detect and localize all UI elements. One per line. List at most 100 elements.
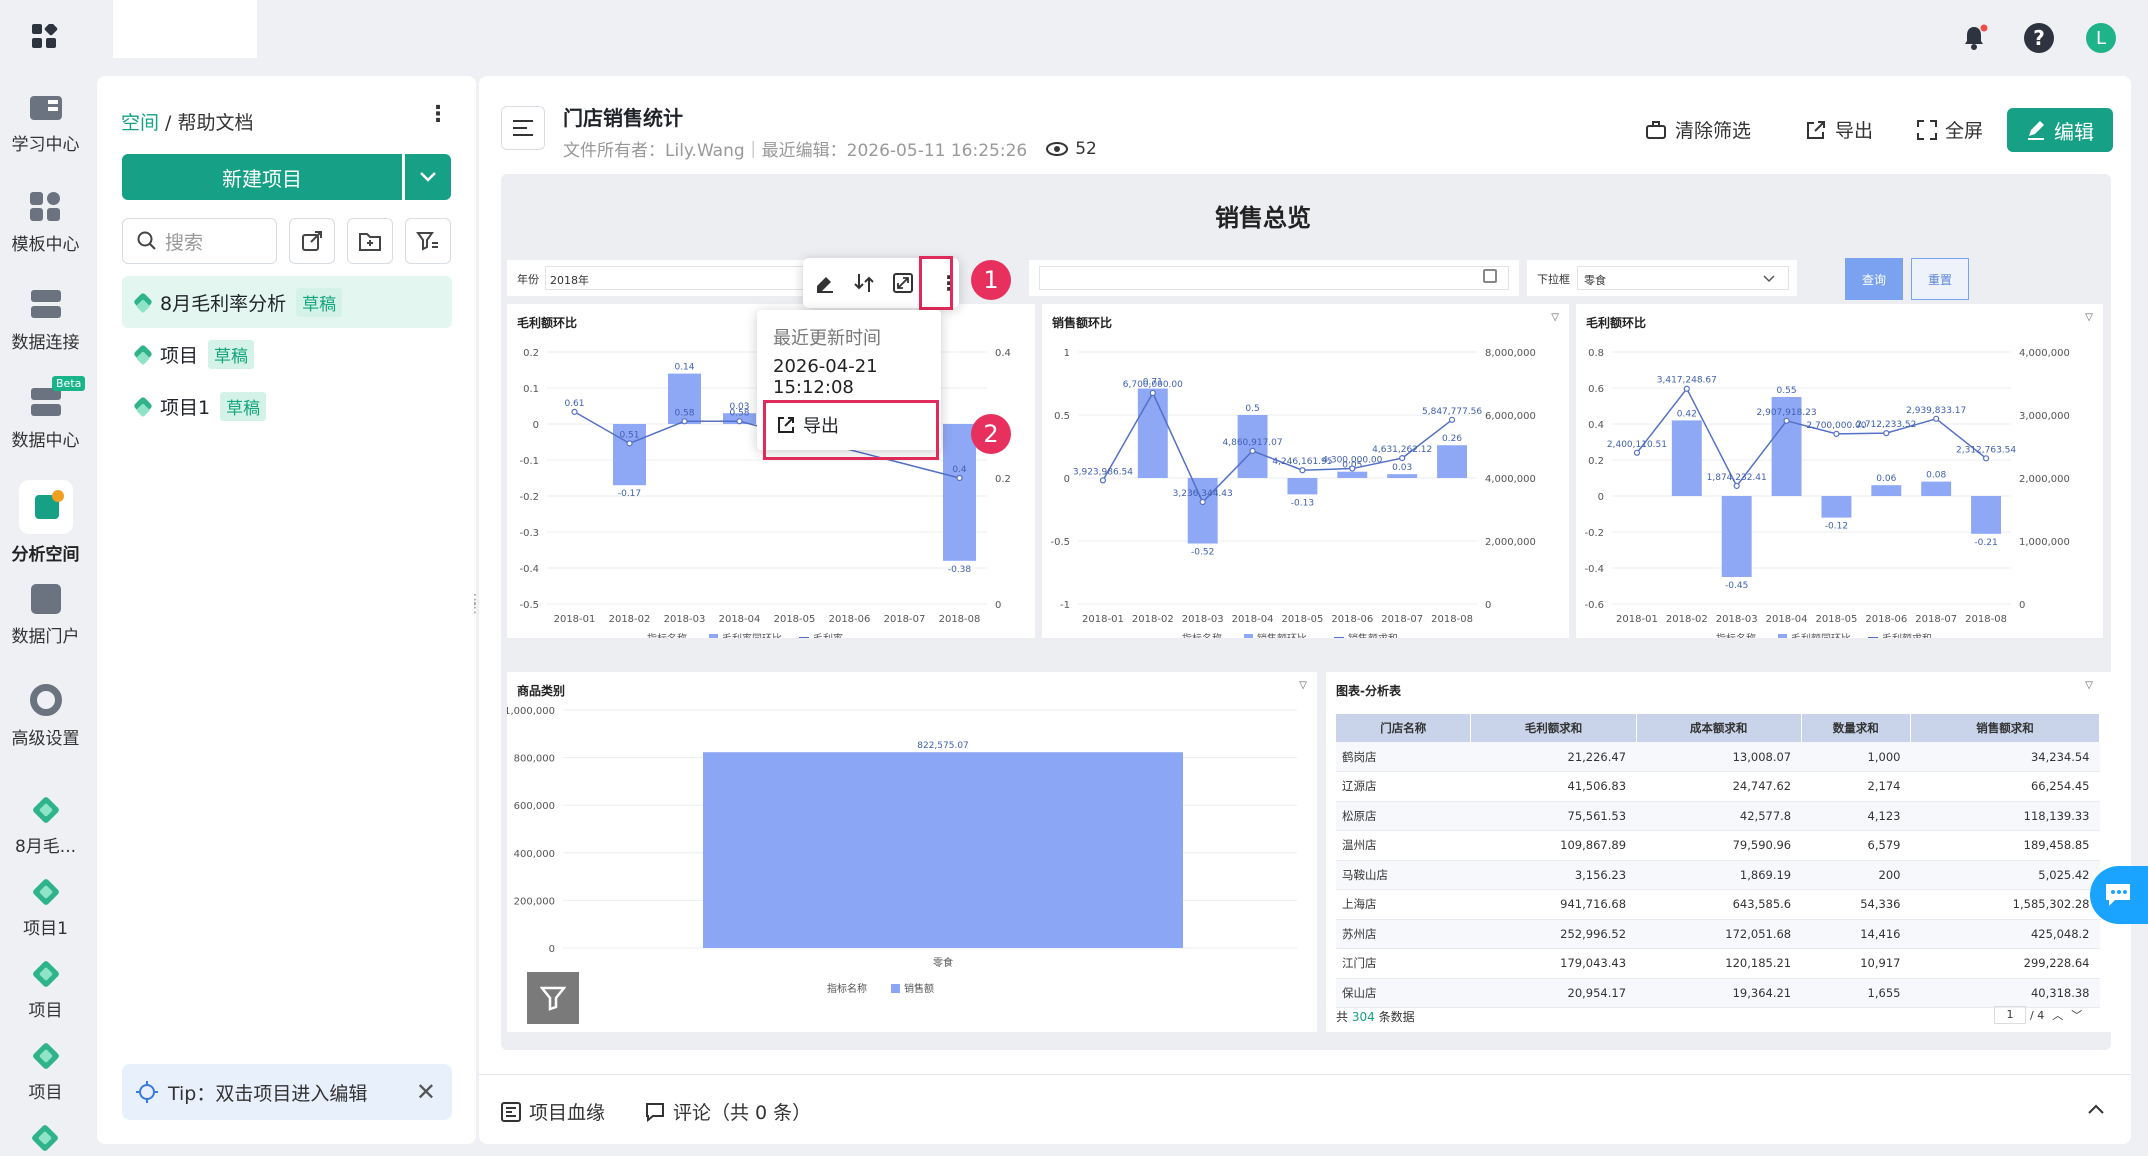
project-item[interactable]: 8月毛利率分析 草稿: [122, 276, 452, 328]
table-cell: 66,254.45: [1910, 771, 2100, 802]
rail-project-3[interactable]: 项目: [0, 959, 91, 1021]
next-page-icon[interactable]: ﹀: [2071, 1007, 2082, 1023]
column-header[interactable]: 门店名称: [1336, 714, 1472, 742]
rail-project-1[interactable]: 8月毛...: [0, 795, 91, 857]
project-name: 8月毛利率分析: [160, 292, 287, 315]
column-header[interactable]: 数量求和: [1801, 714, 1911, 742]
project-item[interactable]: 项目1 草稿: [122, 380, 452, 432]
x-tick-label: 2018-04: [719, 614, 761, 625]
legend-title: 指标名称: [647, 632, 687, 638]
filter-small-icon[interactable]: ▽: [2085, 680, 2093, 691]
eraser-icon[interactable]: [813, 272, 836, 294]
table-row[interactable]: 辽源店 41,506.83 24,747.62 2,174 66,254.45: [1336, 771, 2100, 802]
rail-item-data-center[interactable]: 数据中心: [0, 386, 91, 451]
filter-dropdown[interactable]: 下拉框 零食: [1527, 260, 1797, 296]
x-tick-label: 2018-02: [609, 614, 651, 625]
close-icon[interactable]: ✕: [416, 1078, 436, 1106]
comments-tab[interactable]: 评论（共 0 条）: [645, 1098, 811, 1125]
page-input[interactable]: 1: [1994, 1006, 2026, 1024]
bulb-icon: [136, 1081, 158, 1103]
rail-item-learning[interactable]: 学习中心: [0, 92, 91, 155]
chart-4-svg: 1,000,000 800,000 600,000 400,000 200,000 0 82…: [507, 706, 1297, 995]
rail-label: 8月毛...: [14, 837, 77, 857]
chart-card-3: 毛利额环比 ▽ 0.8 0.6 0.4 0.2 0 -0.2 -0.4 -0.6 4,000,0…: [1576, 304, 2103, 638]
project-panel: 空间 / 帮助文档 ⋮ 新建项目 搜索 8月毛利率分析 草稿 项目 草稿 项目1…: [97, 76, 476, 1144]
column-header[interactable]: 销售额求和: [1910, 714, 2101, 742]
data-label: 3,923,986.54: [1073, 467, 1133, 477]
bar: [1287, 478, 1318, 495]
edit-button[interactable]: 编辑: [2007, 108, 2113, 152]
bell-icon[interactable]: [1960, 24, 1988, 52]
rail-item-portal[interactable]: 数据门户: [0, 584, 91, 647]
legend-label: 毛利率: [813, 632, 843, 638]
x-tick-label: 2018-03: [664, 614, 706, 625]
more-icon[interactable]: ⋮: [427, 104, 449, 126]
project-item[interactable]: 项目 草稿: [122, 328, 452, 380]
table-row[interactable]: 上海店 941,716.68 643,585.6 54,336 1,585,302.28: [1336, 889, 2100, 920]
breadcrumb-current: 帮助文档: [177, 112, 254, 134]
filter-button[interactable]: [405, 218, 451, 264]
x-tick-label: 2018-07: [1915, 614, 1957, 625]
link-project-button[interactable]: [289, 218, 335, 264]
y-tick-label: -0.3: [519, 528, 539, 539]
x-tick-label: 零食: [933, 956, 953, 969]
search-box[interactable]: 搜索: [122, 218, 277, 264]
fullscreen-button[interactable]: 全屏: [1917, 116, 1983, 143]
table-cell: 40,318.38: [1910, 978, 2100, 1008]
bar: [1971, 496, 2002, 534]
table-cell: 2,174: [1801, 771, 1911, 802]
status-badge: 草稿: [220, 391, 267, 421]
data-label: 0.42: [1677, 409, 1697, 419]
query-button[interactable]: 查询: [1845, 258, 1903, 300]
help-icon[interactable]: ?: [2024, 23, 2054, 53]
rail-project-4[interactable]: 项目: [0, 1041, 91, 1103]
clear-filter-button[interactable]: 清除筛选: [1645, 116, 1751, 143]
legend-label: 销售额: [904, 982, 934, 995]
table-row[interactable]: 马鞍山店 3,156.23 1,869.19 200 5,025.42: [1336, 860, 2100, 890]
data-label: 0.06: [1876, 474, 1896, 484]
new-project-button[interactable]: 新建项目: [122, 154, 402, 200]
menu-toggle-button[interactable]: [501, 106, 545, 150]
new-project-dropdown[interactable]: [405, 154, 451, 200]
table-cell: 252,996.52: [1470, 919, 1637, 949]
rail-project-2[interactable]: 项目1: [0, 877, 91, 939]
search-input[interactable]: 搜索: [165, 228, 203, 255]
filter-year-box[interactable]: 年份 2018年: [507, 260, 827, 296]
new-folder-button[interactable]: [347, 218, 393, 264]
table-row[interactable]: 保山店 20,954.17 19,364.21 1,655 40,318.38: [1336, 978, 2100, 1008]
avatar[interactable]: L: [2086, 23, 2116, 53]
column-header[interactable]: 成本额求和: [1636, 714, 1802, 742]
project-name: 项目: [160, 344, 199, 367]
chevron-up-icon[interactable]: [2087, 1100, 2105, 1119]
y2-tick-label: 2,000,000: [1485, 537, 1536, 548]
funnel-icon: [540, 986, 566, 1011]
table-cell: 保山店: [1336, 978, 1471, 1008]
rail-item-templates[interactable]: 模板中心: [0, 190, 91, 255]
rail-item-data-connect[interactable]: 数据连接: [0, 288, 91, 353]
column-header[interactable]: 毛利额求和: [1470, 714, 1637, 742]
table-cell: 120,185.21: [1636, 948, 1802, 979]
breadcrumb-space[interactable]: 空间: [121, 112, 159, 134]
tip-banner: Tip：双击项目进入编辑 ✕: [122, 1064, 452, 1120]
apps-grid-icon[interactable]: [32, 22, 58, 50]
prev-page-icon[interactable]: ︿: [2052, 1007, 2063, 1023]
filter-float-button[interactable]: [527, 972, 579, 1024]
data-label: 2,312,763.54: [1956, 445, 2016, 455]
book-icon: [29, 92, 62, 122]
chat-bubble-button[interactable]: [2090, 866, 2148, 924]
filter-date-input[interactable]: [1029, 260, 1519, 296]
table-row[interactable]: 江门店 179,043.43 120,185.21 10,917 299,228.64: [1336, 948, 2100, 979]
table-row[interactable]: 鹤岗店 21,226.47 13,008.07 1,000 34,234.54: [1336, 742, 2100, 772]
export-button[interactable]: 导出: [1805, 116, 1873, 143]
lineage-tab[interactable]: 项目血缘: [501, 1098, 605, 1125]
drill-icon[interactable]: [852, 272, 875, 294]
rail-item-analysis[interactable]: 分析空间: [0, 480, 91, 565]
rail-item-settings[interactable]: 高级设置: [0, 684, 91, 749]
expand-icon[interactable]: [892, 272, 915, 294]
table-row[interactable]: 苏州店 252,996.52 172,051.68 14,416 425,048.2: [1336, 919, 2100, 949]
table-cell: 299,228.64: [1910, 948, 2100, 979]
reset-button[interactable]: 重置: [1911, 258, 1969, 300]
table-row[interactable]: 温州店 109,867.89 79,590.96 6,579 189,458.85: [1336, 830, 2100, 861]
table-row[interactable]: 松原店 75,561.53 42,577.8 4,123 118,139.33: [1336, 801, 2100, 831]
table-total: 共 304 条数据: [1336, 1008, 1415, 1025]
